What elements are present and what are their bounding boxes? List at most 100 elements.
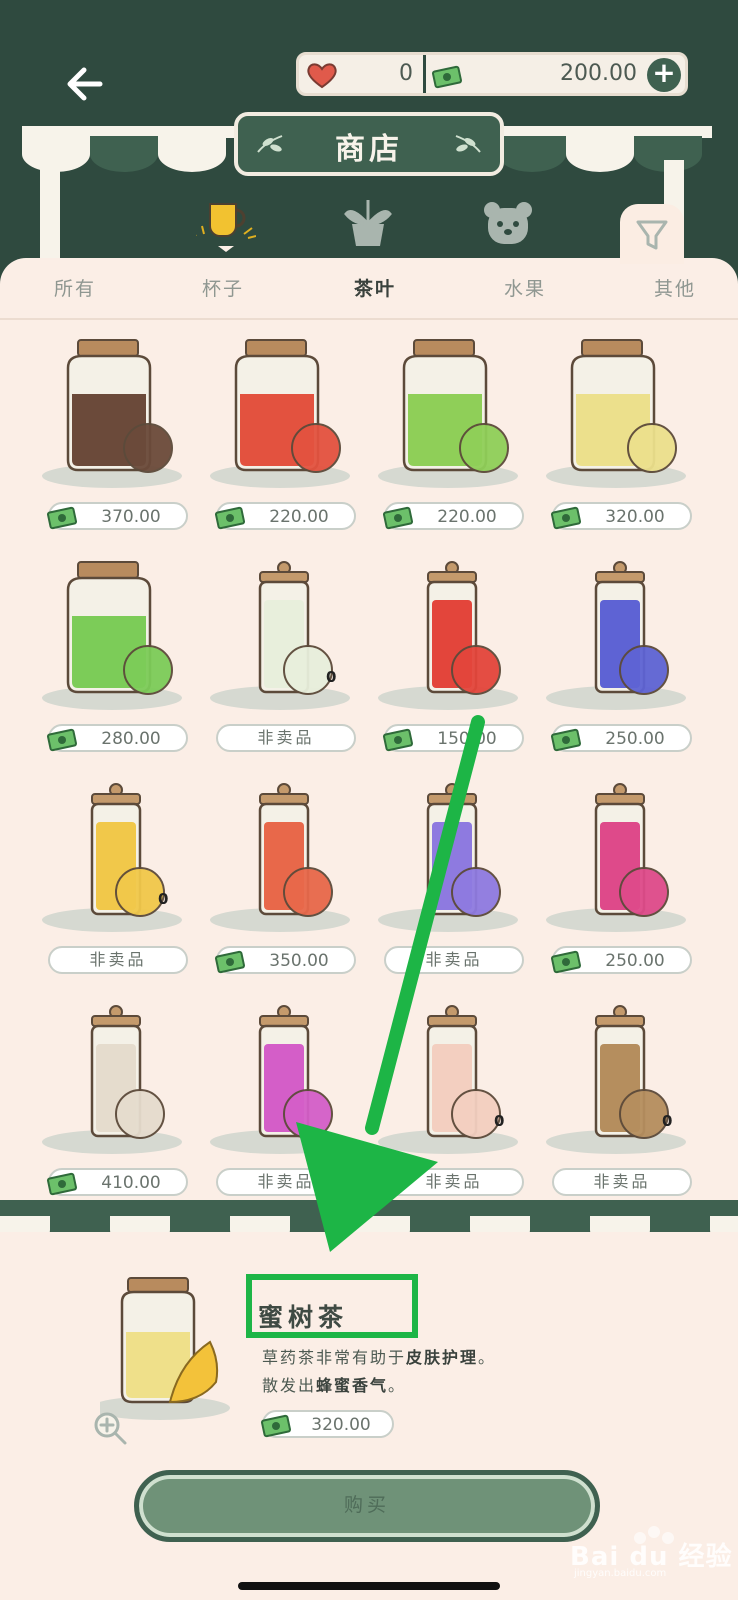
tea-jar-icon [210, 339, 350, 488]
back-arrow-icon[interactable] [60, 58, 112, 110]
leaf-icon [455, 135, 481, 153]
cash-icon [46, 728, 78, 752]
tea-jar-icon [42, 1005, 182, 1154]
cash-icon [382, 728, 414, 752]
tea-jar-icon [546, 783, 686, 932]
shop-item[interactable]: 320.00 [546, 338, 716, 558]
owned-count: 0 [494, 1112, 505, 1130]
tea-jar-icon [210, 783, 350, 932]
price-tag: 220.00 [214, 502, 356, 530]
price-value: 410.00 [101, 1173, 161, 1193]
desc-text: 散发出 [262, 1376, 317, 1395]
shop-title-plaque: 商店 [234, 112, 504, 176]
shop-item[interactable]: 150.00 [378, 560, 548, 780]
shop-item[interactable]: 220.00 [378, 338, 548, 558]
cash-icon [46, 506, 78, 530]
shop-item[interactable]: 220.00 [210, 338, 380, 558]
subtab-tea[interactable]: 茶叶 [354, 274, 396, 301]
tea-jar-icon [546, 339, 686, 488]
currency-bar: 0 200.00 + [296, 52, 688, 96]
desc-bold: 蜂蜜香气 [316, 1376, 389, 1395]
highlight-box [246, 1274, 418, 1338]
not-for-sale-tag: 非卖品 [384, 946, 524, 974]
desc-bold: 皮肤护理 [406, 1348, 479, 1367]
selected-item-jar [100, 1277, 230, 1420]
tea-jar-icon [42, 561, 182, 710]
not-for-sale-tag: 非卖品 [384, 1168, 524, 1196]
price-value: 320.00 [311, 1415, 371, 1435]
subtab-bar: 所有 杯子 茶叶 水果 其他 [0, 258, 738, 320]
left-post [40, 160, 60, 260]
price-value: 370.00 [101, 507, 161, 527]
price-tag: 320.00 [550, 502, 692, 530]
subtab-fruit[interactable]: 水果 [504, 274, 546, 301]
shop-item[interactable]: 250.00 [546, 560, 716, 780]
price-value: 320.00 [605, 507, 665, 527]
subtab-cups[interactable]: 杯子 [202, 274, 244, 301]
cash-icon [550, 728, 582, 752]
subtab-all[interactable]: 所有 [54, 274, 96, 301]
price-tag: 280.00 [46, 724, 188, 752]
tea-jar-icon [210, 561, 350, 710]
price-tag: 250.00 [550, 724, 692, 752]
price-tag: 220.00 [382, 502, 524, 530]
add-cash-button[interactable]: + [647, 58, 681, 92]
cash-icon [550, 950, 582, 974]
price-value: 150.00 [437, 729, 497, 749]
shop-item[interactable]: 370.00 [42, 338, 212, 558]
cash-icon [382, 506, 414, 530]
price-value: 220.00 [437, 507, 497, 527]
cash-icon [214, 950, 246, 974]
owned-count: 0 [662, 1112, 673, 1130]
owned-count: 0 [158, 890, 169, 908]
shop-item[interactable]: 非卖品 0 [210, 560, 380, 780]
owned-count: 0 [326, 668, 337, 686]
tea-jar-icon [210, 1005, 350, 1154]
zoom-icon[interactable] [90, 1408, 130, 1448]
desc-text: 。 [478, 1348, 497, 1367]
shop-item[interactable]: 250.00 [546, 782, 716, 1002]
filter-button[interactable] [620, 204, 684, 264]
funnel-icon [636, 220, 668, 250]
shop-item[interactable]: 280.00 [42, 560, 212, 780]
cash-icon [550, 506, 582, 530]
item-description: 草药茶非常有助于皮肤护理。 散发出蜂蜜香气。 [262, 1344, 496, 1400]
category-tab-bears[interactable] [478, 196, 538, 252]
not-for-sale-tag: 非卖品 [48, 946, 188, 974]
buy-button[interactable]: 购买 [134, 1470, 600, 1542]
shop-item[interactable]: 410.00 [42, 1004, 212, 1224]
heart-icon [307, 63, 337, 89]
shop-item[interactable]: 非卖品 [210, 1004, 380, 1224]
cash-icon [260, 1414, 292, 1438]
category-tab-plants[interactable] [338, 196, 398, 252]
price-tag: 250.00 [550, 946, 692, 974]
tea-jar-icon [546, 1005, 686, 1154]
price-value: 280.00 [101, 729, 161, 749]
home-indicator[interactable] [238, 1582, 500, 1590]
price-value: 250.00 [605, 951, 665, 971]
not-for-sale-tag: 非卖品 [552, 1168, 692, 1196]
shop-item[interactable]: 非卖品 0 [378, 1004, 548, 1224]
not-for-sale-tag: 非卖品 [216, 1168, 356, 1196]
category-tab-cups[interactable] [196, 196, 256, 252]
price-tag: 410.00 [46, 1168, 188, 1196]
cash-icon [46, 1172, 78, 1196]
desc-text: 。 [388, 1376, 407, 1395]
currency-divider [423, 55, 426, 93]
price-value: 250.00 [605, 729, 665, 749]
cash-icon [431, 65, 463, 89]
shop-item[interactable]: 非卖品 [378, 782, 548, 1002]
subtab-other[interactable]: 其他 [654, 274, 696, 301]
watermark-subtext: jingyan.baidu.com [574, 1568, 667, 1579]
shop-item[interactable]: 非卖品 0 [546, 1004, 716, 1224]
shop-item[interactable]: 非卖品 0 [42, 782, 212, 1002]
shop-item[interactable]: 350.00 [210, 782, 380, 1002]
cash-amount: 200.00 [560, 61, 637, 86]
price-value: 350.00 [269, 951, 329, 971]
price-tag: 150.00 [382, 724, 524, 752]
item-price: 320.00 [260, 1410, 394, 1438]
tea-jar-icon [378, 561, 518, 710]
desc-text: 草药茶非常有助于 [262, 1348, 407, 1367]
hearts-count: 0 [399, 61, 413, 86]
items-panel: 所有 杯子 茶叶 水果 其他 370.00 220.00 220.00 320.… [0, 258, 738, 1218]
